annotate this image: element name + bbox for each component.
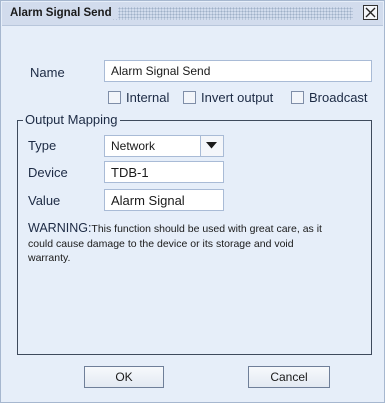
title-bar-texture [112,7,353,20]
close-button[interactable] [363,5,378,20]
window-title: Alarm Signal Send [10,7,118,19]
internal-checkbox-box[interactable] [108,91,121,104]
title-bar[interactable]: Alarm Signal Send [2,2,383,26]
chevron-down-icon [206,142,217,149]
value-label: Value [28,193,61,208]
invert-output-checkbox-box[interactable] [183,91,196,104]
output-mapping-legend: Output Mapping [23,112,120,127]
invert-output-label: Invert output [201,90,274,105]
warning-message: WARNING:This function should be used wit… [28,221,328,266]
close-icon [365,7,376,18]
device-field[interactable]: TDB-1 [104,161,224,183]
internal-label: Internal [126,90,170,105]
type-label: Type [28,138,57,153]
device-label: Device [28,165,68,180]
broadcast-label: Broadcast [309,90,368,105]
name-label: Name [30,65,65,80]
type-select[interactable]: Network [104,135,224,157]
ok-button[interactable]: OK [84,366,164,388]
value-field[interactable]: Alarm Signal [104,189,224,211]
warning-word: WARNING: [28,221,92,235]
type-select-value: Network [111,139,156,153]
broadcast-checkbox-box[interactable] [291,91,304,104]
type-dropdown-button[interactable] [200,136,223,156]
dialog-window: Alarm Signal Send Name Alarm Signal Send… [0,0,385,403]
cancel-button[interactable]: Cancel [248,366,330,388]
name-field[interactable]: Alarm Signal Send [104,60,372,82]
